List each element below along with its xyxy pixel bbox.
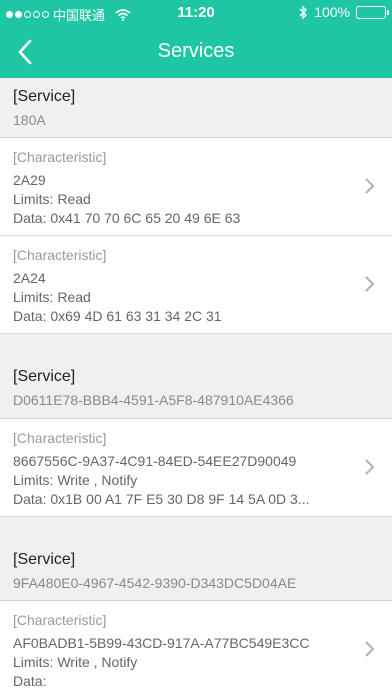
characteristic-row[interactable]: [Characteristic] 8667556C-9A37-4C91-84ED… xyxy=(0,419,392,517)
characteristic-label: [Characteristic] xyxy=(13,149,107,165)
services-list[interactable]: [Service] 180A [Characteristic] 2A29 Lim… xyxy=(0,78,392,696)
bluetooth-icon xyxy=(299,4,308,20)
characteristic-uuid: AF0BADB1-5B99-43CD-917A-A77BC549E3CC xyxy=(13,635,310,651)
characteristic-limits: Limits: Read xyxy=(13,191,91,207)
chevron-right-icon xyxy=(365,178,375,194)
service-header: [Service] 9FA480E0-4967-4542-9390-D343DC… xyxy=(0,517,392,601)
service-label: [Service] xyxy=(13,88,76,105)
characteristic-label: [Characteristic] xyxy=(13,247,107,263)
service-label: [Service] xyxy=(13,551,76,568)
navigation-bar: Services xyxy=(0,26,392,78)
characteristic-uuid: 8667556C-9A37-4C91-84ED-54EE27D90049 xyxy=(13,453,297,469)
battery-percent: 100% xyxy=(314,4,350,20)
characteristic-data: Data: 0x1B 00 A1 7F E5 30 D8 9F 14 5A 0D… xyxy=(13,491,310,507)
characteristic-row[interactable]: [Characteristic] 2A29 Limits: Read Data:… xyxy=(0,138,392,236)
chevron-right-icon xyxy=(365,276,375,292)
header: 中国联通 11:20 100% Services xyxy=(0,0,392,78)
service-label: [Service] xyxy=(13,368,76,385)
characteristic-data: Data: 0x69 4D 61 63 31 34 2C 31 xyxy=(13,308,222,324)
characteristic-uuid: 2A29 xyxy=(13,172,46,188)
service-uuid: 180A xyxy=(13,112,46,128)
characteristic-limits: Limits: Write , Notify xyxy=(13,472,138,488)
battery-icon xyxy=(356,5,389,19)
status-bar: 中国联通 11:20 100% xyxy=(0,0,392,26)
service-uuid: 9FA480E0-4967-4542-9390-D343DC5D04AE xyxy=(13,575,297,591)
characteristic-uuid: 2A24 xyxy=(13,270,46,286)
service-header: [Service] D0611E78-BBB4-4591-A5F8-487910… xyxy=(0,334,392,419)
characteristic-label: [Characteristic] xyxy=(13,430,107,446)
characteristic-data: Data: 0x41 70 70 6C 65 20 49 6E 63 xyxy=(13,210,241,226)
status-right: 100% xyxy=(299,4,389,20)
service-uuid: D0611E78-BBB4-4591-A5F8-487910AE4366 xyxy=(13,392,294,408)
chevron-right-icon xyxy=(365,641,375,657)
characteristic-data: Data: xyxy=(13,673,47,689)
characteristic-limits: Limits: Write , Notify xyxy=(13,654,138,670)
characteristic-row[interactable]: [Characteristic] AF0BADB1-5B99-43CD-917A… xyxy=(0,601,392,696)
characteristic-limits: Limits: Read xyxy=(13,289,91,305)
service-header: [Service] 180A xyxy=(0,78,392,138)
characteristic-label: [Characteristic] xyxy=(13,612,107,628)
chevron-right-icon xyxy=(365,459,375,475)
page-title: Services xyxy=(157,40,235,62)
characteristic-row[interactable]: [Characteristic] 2A24 Limits: Read Data:… xyxy=(0,236,392,334)
